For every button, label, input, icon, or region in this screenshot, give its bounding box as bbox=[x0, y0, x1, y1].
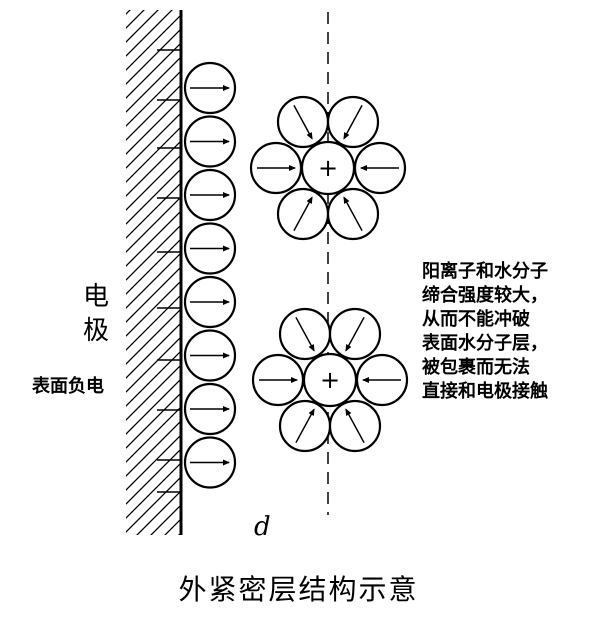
hydration-water-molecule bbox=[328, 399, 382, 453]
adsorbed-water-molecule bbox=[183, 436, 237, 489]
adsorbed-water-layer bbox=[183, 61, 237, 489]
hydration-water-molecule bbox=[326, 95, 380, 149]
caption: 外紧密层结构示意 bbox=[178, 573, 419, 606]
adsorbed-water-molecule bbox=[183, 275, 237, 329]
adsorbed-water-molecule bbox=[183, 222, 237, 275]
adsorbed-water-molecule bbox=[183, 61, 237, 115]
adsorbed-water-molecule bbox=[183, 115, 237, 168]
note-line: 阳离子和水分子 bbox=[422, 261, 548, 282]
hydration-water-molecule bbox=[251, 353, 305, 407]
adsorbed-water-molecule bbox=[183, 168, 237, 222]
hydrated-cation: + bbox=[251, 307, 409, 453]
adsorbed-water-molecule bbox=[183, 382, 237, 436]
hydration-water-molecule bbox=[276, 187, 330, 241]
hydration-water-molecule bbox=[326, 187, 380, 241]
hydration-water-molecule bbox=[276, 95, 330, 149]
adsorbed-water-molecule bbox=[183, 329, 237, 382]
hydration-water-molecule bbox=[355, 353, 409, 407]
hydration-water-molecule bbox=[249, 141, 303, 195]
distance-label: d bbox=[254, 512, 271, 542]
note-line: 从而不能冲破 bbox=[422, 309, 530, 330]
note-line: 缔合强度较大， bbox=[422, 285, 548, 306]
hydrated-cations: ++ bbox=[249, 95, 409, 453]
cation-sign: + bbox=[320, 366, 340, 394]
electrode-hatched-region bbox=[126, 10, 181, 535]
surface-charge-label: 表面负电 bbox=[32, 376, 104, 397]
electrode-label-char-1: 电 bbox=[82, 282, 109, 312]
hydration-water-molecule bbox=[278, 307, 332, 361]
electrode-label-char-2: 极 bbox=[82, 316, 109, 346]
hydration-water-molecule bbox=[353, 141, 407, 195]
note-line: 被包裹而无法 bbox=[422, 357, 530, 378]
note-line: 直接和电极接触 bbox=[422, 381, 548, 402]
cation-sign: + bbox=[318, 154, 338, 182]
hydration-water-molecule bbox=[278, 399, 332, 453]
annotation-note: 阳离子和水分子 缔合强度较大， 从而不能冲破 表面水分子层， 被包裹而无法 直接和电极接触 bbox=[422, 260, 597, 404]
hydrated-cation: + bbox=[249, 95, 407, 241]
hydration-water-molecule bbox=[328, 307, 382, 361]
note-line: 表面水分子层， bbox=[422, 333, 548, 354]
electrode-label: 电 极 bbox=[78, 280, 114, 348]
